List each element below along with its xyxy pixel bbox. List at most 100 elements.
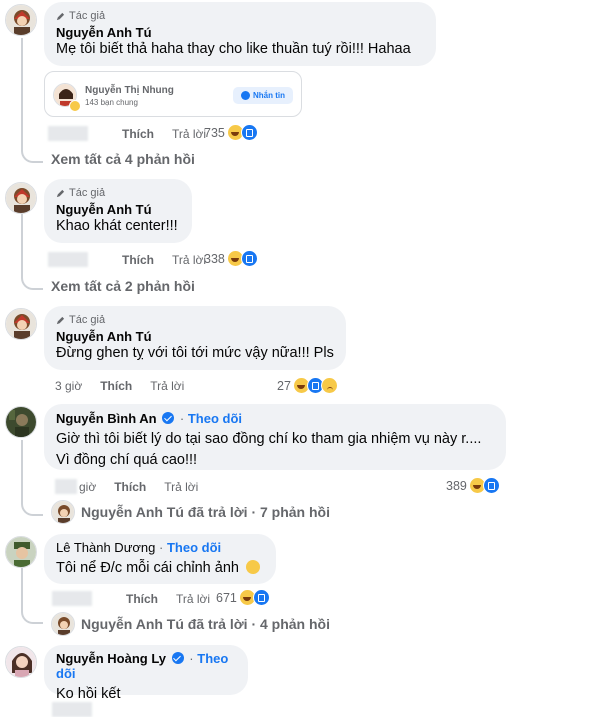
message-button-label: Nhắn tin [253,91,285,100]
pencil-icon [56,12,65,20]
see-all-replies[interactable]: Xem tất cả 4 phản hồi [51,151,195,167]
verified-badge-icon [162,412,175,424]
thread-line [21,38,23,148]
comment-author[interactable]: Nguyễn Anh Tú [56,25,424,40]
like-icon [482,477,500,494]
reaction-count: 389 [446,478,467,493]
comment-author[interactable]: Nguyễn Bình An · Theo dõi [56,411,494,426]
comment-timestamp[interactable]: giờ [79,480,96,494]
timestamp-redacted [48,252,88,267]
comment-author[interactable]: Lê Thành Dương · Theo dõi [56,540,264,555]
messenger-icon [241,91,250,100]
comment-bubble: Tác giả Nguyễn Anh Tú Khao khát center!!… [44,179,192,243]
reply-summary-text: Nguyễn Anh Tú đã trả lời · 7 phản hồi [81,504,330,520]
comment-actions: 3 giờ Thích Trả lời [55,379,202,393]
reaction-count: 735 [204,125,225,140]
reply-button[interactable]: Trả lời [150,379,184,393]
like-button[interactable]: Thích [122,253,154,267]
sad-icon [320,377,338,394]
comment-actions [52,702,110,717]
verified-badge-icon [171,652,184,664]
comment-text: Khao khát center!!! [56,218,178,234]
comment-text-line: Vì đồng chí quá cao!!! [56,452,198,468]
avatar[interactable] [5,308,37,340]
reaction-summary[interactable]: 735 [204,124,258,141]
smile-emoji-icon [245,560,260,574]
avatar[interactable] [5,406,37,438]
avatar[interactable] [5,646,37,678]
like-button[interactable]: Thích [126,592,158,606]
mutual-friends: 143 bạn chung [85,98,138,107]
comment-actions: Thích Trả lời [48,252,224,267]
reply-summary[interactable]: Nguyễn Anh Tú đã trả lời · 7 phản hồi [51,500,330,524]
comment-timestamp[interactable]: 3 giờ [55,379,82,393]
see-all-replies[interactable]: Xem tất cả 2 phản hồi [51,278,195,294]
timestamp-redacted [48,126,88,141]
avatar[interactable] [5,536,37,568]
thread-line [21,145,43,163]
reaction-count: 338 [204,251,225,266]
comment-text: Đừng ghen tỵ với tôi tới mức vậy nữa!!! … [56,345,334,361]
comment-text: Mẹ tôi biết thả haha thay cho like thuần… [56,41,411,57]
pencil-icon [56,189,65,197]
timestamp-redacted [55,479,77,494]
profile-name: Nguyễn Thị Nhung [85,85,174,96]
like-icon [240,124,258,141]
author-badge: Tác giả [56,9,424,23]
reply-button[interactable]: Trả lời [176,592,210,606]
thread-line [21,568,23,608]
comment-bubble: Nguyễn Hoàng Ly · Theo dõi Ko hồi kết [44,645,248,702]
like-icon [252,589,270,606]
author-badge: Tác giả [56,313,334,327]
profile-preview-card[interactable]: Nguyễn Thị Nhung 143 bạn chung Nhắn tin [44,71,302,117]
comment-actions: giờ Thích Trả lời [55,479,216,494]
author-badge-label: Tác giả [69,187,106,199]
comment-author[interactable]: Nguyễn Anh Tú [56,329,334,344]
follow-link[interactable]: Theo dõi [188,411,242,426]
reaction-summary[interactable]: 389 [446,477,500,494]
pencil-icon [56,316,65,324]
like-button[interactable]: Thích [114,480,146,494]
avatar [51,500,75,524]
reply-summary-text: Nguyễn Anh Tú đã trả lời · 4 phản hồi [81,616,330,632]
comment-bubble: Tác giả Nguyễn Anh Tú Mẹ tôi biết thả ha… [44,2,436,66]
comment-actions: Thích Trả lời [48,126,224,141]
avatar [51,612,75,636]
author-name[interactable]: Nguyễn Hoàng Ly [56,651,166,666]
reply-button[interactable]: Trả lời [172,253,206,267]
haha-icon [69,100,81,112]
avatar[interactable] [5,182,37,214]
reaction-summary[interactable]: 27 [277,377,338,394]
reply-summary[interactable]: Nguyễn Anh Tú đã trả lời · 4 phản hồi [51,612,330,636]
thread-line [21,440,23,500]
thread-line [21,498,43,516]
thread-line [21,214,23,274]
reaction-count: 671 [216,590,237,605]
reaction-summary[interactable]: 338 [204,250,258,267]
comment-text-line: Giờ thì tôi biết lý do tại sao đồng chí … [56,431,482,447]
timestamp-redacted [52,591,92,606]
like-button[interactable]: Thích [100,379,132,393]
avatar[interactable] [5,4,37,36]
comment-author[interactable]: Nguyễn Anh Tú [56,202,180,217]
like-button[interactable]: Thích [122,127,154,141]
comment-bubble: Lê Thành Dương · Theo dõi Tôi nể Đ/c mỗi… [44,534,276,584]
comment-author[interactable]: Nguyễn Hoàng Ly · Theo dõi [56,651,236,681]
author-name[interactable]: Lê Thành Dương [56,540,155,555]
reply-button[interactable]: Trả lời [164,480,198,494]
reaction-summary[interactable]: 671 [216,589,270,606]
follow-link[interactable]: Theo dõi [167,540,221,555]
comment-actions: Thích Trả lời [52,591,228,606]
author-badge-label: Tác giả [69,10,106,22]
comment-bubble: Tác giả Nguyễn Anh Tú Đừng ghen tỵ với t… [44,306,346,370]
author-name[interactable]: Nguyễn Bình An [56,411,157,426]
comment-bubble: Nguyễn Bình An · Theo dõi Giờ thì tôi bi… [44,404,506,470]
thread-line [21,272,43,290]
timestamp-redacted [52,702,92,717]
thread-line [21,606,43,624]
reply-button[interactable]: Trả lời [172,127,206,141]
author-badge: Tác giả [56,186,180,200]
author-badge-label: Tác giả [69,314,106,326]
message-button[interactable]: Nhắn tin [233,87,293,104]
reaction-count: 27 [277,378,291,393]
